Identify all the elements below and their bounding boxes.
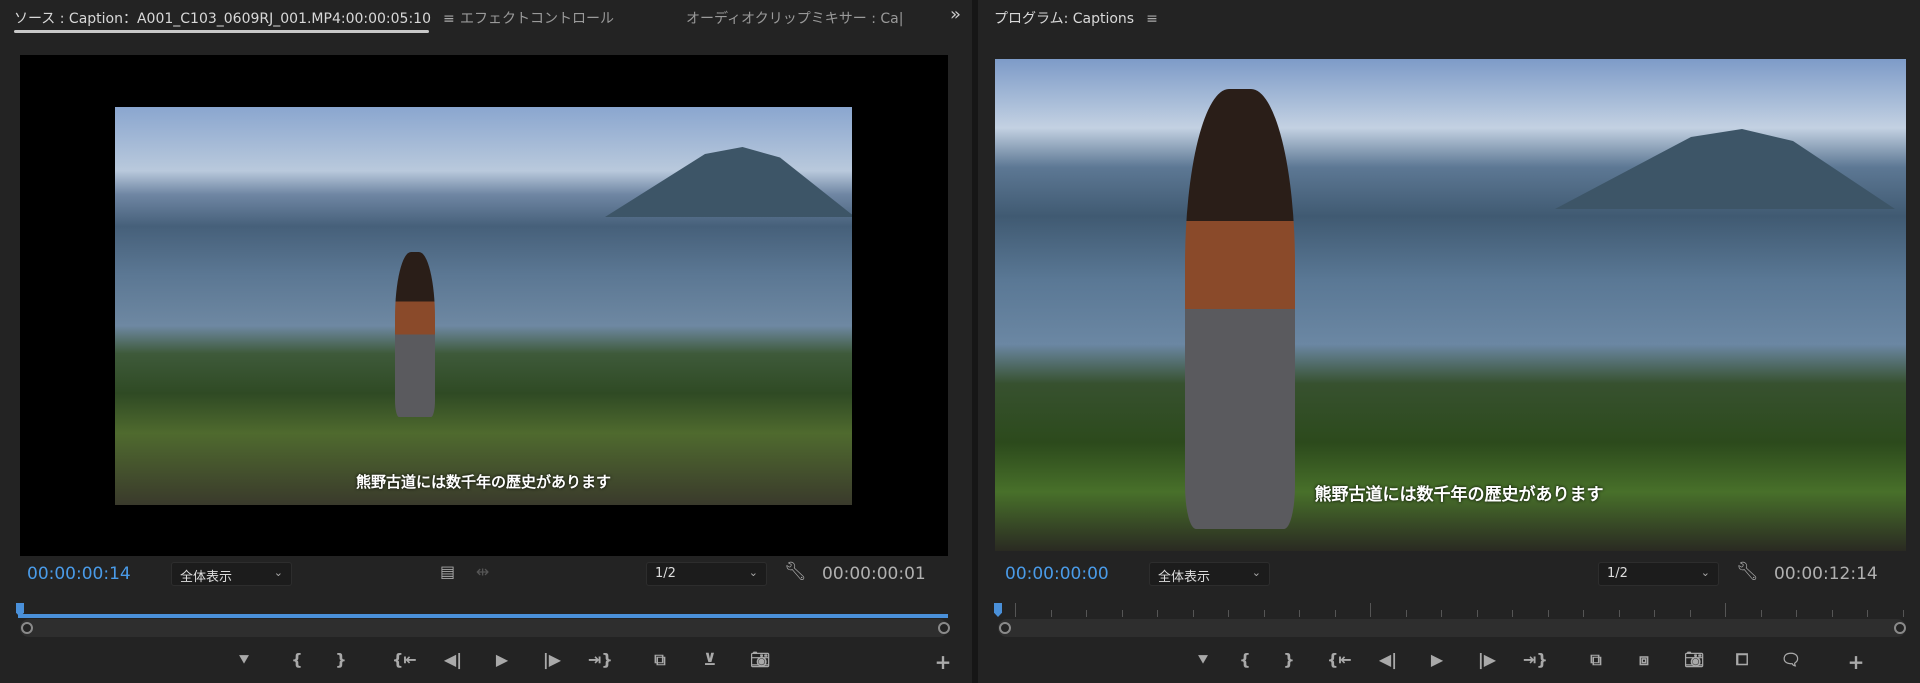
caption-text: 熊野古道には数千年の歴史があります [355, 473, 612, 491]
go-to-out-button[interactable]: ⇥} [1523, 648, 1548, 672]
ruler-tick [1654, 610, 1655, 617]
ruler-tick [1299, 610, 1300, 617]
extract-button[interactable]: ⧈ [1632, 648, 1656, 672]
wrench-settings-icon[interactable]: 🔧︎ [1736, 562, 1759, 582]
add-marker-button[interactable]: ⯆ [232, 648, 256, 672]
ruler-tick [1157, 610, 1158, 617]
program-monitor-panel: プログラム: Captions ≡ 熊野古道には数千年の歴史があります 00:00… [978, 0, 1920, 683]
resolution-value: 1/2 [1607, 566, 1628, 581]
source-monitor-panel: ソース : Caption：A001_C103_0609RJ_001.MP4:0… [0, 0, 972, 683]
wrench-settings-icon[interactable]: 🔧︎ [784, 562, 807, 582]
mark-out-button[interactable]: } [329, 648, 353, 672]
duration-timecode: 00:00:12:14 [1774, 564, 1878, 584]
go-to-in-button[interactable]: {⇤ [1327, 648, 1352, 672]
ruler-tick [1583, 610, 1584, 617]
step-back-button[interactable]: ◀| [1376, 648, 1400, 672]
comparison-view-icon[interactable]: ⧠ [1730, 648, 1754, 672]
resolution-value: 1/2 [655, 566, 676, 581]
caption-text: 熊野古道には数千年の歴史があります [1314, 485, 1604, 505]
export-frame-camera-icon[interactable]: 📷︎ [748, 648, 772, 672]
go-to-out-button[interactable]: ⇥} [588, 648, 613, 672]
video-image: 熊野古道には数千年の歴史があります [115, 107, 852, 505]
tab-source[interactable]: ソース : Caption：A001_C103_0609RJ_001.MP4:0… [14, 8, 455, 28]
ruler-tick [1192, 610, 1194, 617]
comment-icon[interactable]: 🗨︎ [1779, 648, 1803, 672]
ruler-tick [1547, 610, 1549, 617]
ruler-tick [1405, 610, 1407, 617]
scrollbar-handle-right[interactable] [1894, 622, 1906, 634]
ruler-tick [1476, 610, 1478, 617]
mark-in-button[interactable]: { [1233, 648, 1257, 672]
step-back-button[interactable]: ◀| [441, 648, 465, 672]
go-to-in-button[interactable]: {⇤ [392, 648, 417, 672]
export-frame-camera-icon[interactable]: 📷︎ [1682, 648, 1706, 672]
scrollbar-handle-left[interactable] [999, 622, 1011, 634]
drag-video-only-icon[interactable]: ▤ [440, 562, 455, 582]
drag-audio-only-icon[interactable]: ⇹ [476, 562, 489, 582]
zoom-level-select[interactable]: 全体表示 ⌄ [1149, 562, 1270, 586]
ruler-tick [1086, 610, 1087, 617]
current-timecode[interactable]: 00:00:00:14 [27, 564, 131, 584]
ruler-tick [1760, 610, 1762, 617]
scrollbar-handle-left[interactable] [21, 622, 33, 634]
ruler-tick [1441, 610, 1442, 617]
tab-label: ソース : Caption：A001_C103_0609RJ_001.MP4:0… [14, 11, 431, 27]
zoom-level-select[interactable]: 全体表示 ⌄ [171, 562, 292, 586]
resolution-select[interactable]: 1/2 ⌄ [1598, 562, 1719, 586]
ruler-tick [1050, 610, 1052, 617]
source-video-frame[interactable]: 熊野古道には数千年の歴史があります [20, 55, 948, 556]
zoom-scrollbar[interactable] [998, 619, 1906, 637]
ruler-tick [1831, 610, 1833, 617]
tab-audio-clip-mixer[interactable]: オーディオクリップミキサー : Ca| [686, 8, 916, 28]
step-forward-button[interactable]: |▶ [1475, 648, 1499, 672]
button-editor-plus-icon[interactable]: + [931, 650, 955, 674]
ruler-tick [1725, 603, 1726, 617]
panel-menu-icon[interactable]: ≡ [1146, 11, 1158, 27]
ruler-tick [1512, 610, 1513, 617]
playhead[interactable] [994, 603, 1002, 617]
chevron-down-icon: ⌄ [1700, 566, 1710, 579]
ruler-tick [1689, 610, 1691, 617]
program-video-frame[interactable]: 熊野古道には数千年の歴史があります [995, 59, 1906, 551]
ruler-tick [1228, 610, 1229, 617]
mark-out-button[interactable]: } [1277, 648, 1301, 672]
ruler-tick [1618, 610, 1620, 617]
zoom-scrollbar[interactable] [20, 619, 948, 637]
tab-effect-controls[interactable]: エフェクトコントロール [460, 8, 614, 28]
ruler-tick [1334, 610, 1336, 617]
mark-in-button[interactable]: { [285, 648, 309, 672]
resolution-select[interactable]: 1/2 ⌄ [646, 562, 767, 586]
panel-menu-icon[interactable]: ≡ [443, 11, 455, 27]
ruler-tick [1867, 610, 1868, 617]
chevron-down-icon: ⌄ [748, 566, 758, 579]
play-button[interactable]: ▶ [1425, 648, 1449, 672]
tab-program[interactable]: プログラム: Captions ≡ [994, 8, 1158, 28]
overwrite-button[interactable]: ⊻ [698, 648, 722, 672]
play-button[interactable]: ▶ [490, 648, 514, 672]
add-marker-button[interactable]: ⯆ [1191, 648, 1215, 672]
scrollbar-handle-right[interactable] [938, 622, 950, 634]
active-tab-indicator [14, 30, 429, 33]
button-editor-plus-icon[interactable]: + [1844, 650, 1868, 674]
duration-timecode: 00:00:00:01 [822, 564, 926, 584]
lift-button[interactable]: ⧉ [1584, 648, 1608, 672]
chevron-down-icon: ⌄ [1251, 566, 1261, 579]
zoom-value: 全体表示 [180, 570, 233, 585]
ruler-tick [1796, 610, 1797, 617]
insert-button[interactable]: ⧉ [648, 648, 672, 672]
chevron-down-icon: ⌄ [273, 566, 283, 579]
ruler-tick [1902, 610, 1904, 617]
ruler-tick [1370, 603, 1371, 617]
step-forward-button[interactable]: |▶ [540, 648, 564, 672]
progress-bar [18, 614, 948, 618]
zoom-value: 全体表示 [1158, 570, 1211, 585]
panel-title: プログラム: Captions [994, 11, 1135, 27]
overflow-tabs-icon[interactable]: » [950, 4, 961, 25]
video-image: 熊野古道には数千年の歴史があります [995, 59, 1906, 551]
ruler-tick [1015, 603, 1016, 617]
ruler-tick [1121, 610, 1123, 617]
ruler-tick [1263, 610, 1265, 617]
current-timecode[interactable]: 00:00:00:00 [1005, 564, 1109, 584]
